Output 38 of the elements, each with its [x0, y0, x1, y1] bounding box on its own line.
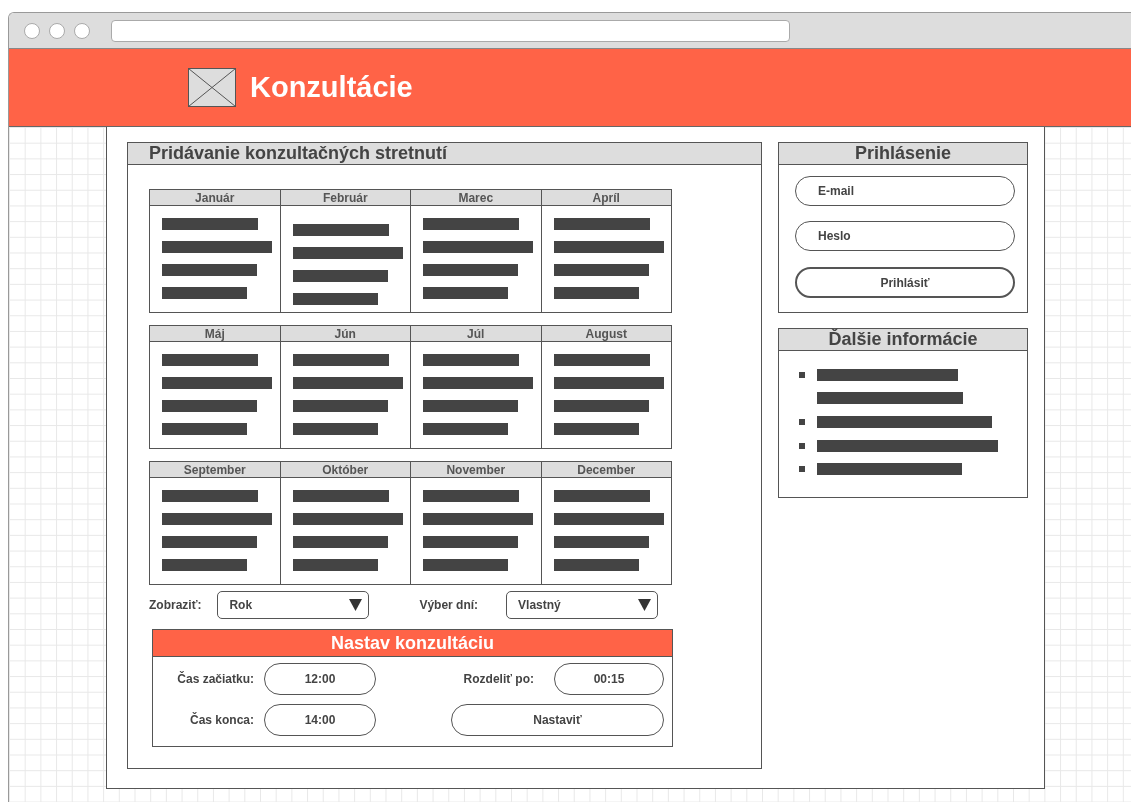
- login-button[interactable]: Prihlásiť: [795, 267, 1015, 298]
- field-label: Zobraziť:: [149, 598, 202, 612]
- month-label: Január: [150, 190, 280, 206]
- dropdown[interactable]: Vlastný: [506, 591, 659, 619]
- form-title: Nastav konzultáciu: [153, 630, 672, 657]
- time-field[interactable]: 14:00: [264, 704, 376, 736]
- email-field[interactable]: E-mail: [795, 176, 1015, 206]
- month-label: November: [411, 462, 541, 478]
- password-field[interactable]: Heslo: [795, 221, 1015, 251]
- month-label: September: [150, 462, 280, 478]
- panel-title: Ďalšie informácie: [779, 329, 1027, 351]
- panel-title: Pridávanie konzultačných stretnutí: [128, 143, 761, 165]
- address-bar[interactable]: [111, 19, 790, 42]
- field-label: Čas začiatku:: [176, 672, 254, 686]
- window-circle-button[interactable]: [49, 22, 65, 39]
- window-circle-button[interactable]: [74, 22, 90, 39]
- month-label: December: [541, 462, 671, 478]
- month-label: Október: [280, 462, 410, 478]
- page-title: Konzultácie: [250, 71, 413, 104]
- field-label: Čas konca:: [188, 713, 254, 727]
- month-label: Február: [280, 190, 410, 206]
- set-button[interactable]: Nastaviť: [451, 704, 664, 736]
- time-field[interactable]: 12:00: [264, 663, 376, 695]
- time-field[interactable]: 00:15: [554, 663, 664, 695]
- caret-icon: [638, 599, 652, 611]
- panel-title: Prihlásenie: [779, 143, 1027, 165]
- month-label: Júl: [411, 326, 541, 342]
- caret-icon: [349, 599, 363, 611]
- image-placeholder-icon: [188, 68, 236, 107]
- month-label: August: [541, 326, 671, 342]
- window-circle-button[interactable]: [24, 22, 40, 39]
- month-label: Jún: [280, 326, 410, 342]
- field-label: Výber dní:: [419, 598, 479, 612]
- month-label: Máj: [150, 326, 280, 342]
- month-label: Apríl: [541, 190, 671, 206]
- month-label: Marec: [411, 190, 541, 206]
- dropdown[interactable]: Rok: [217, 591, 370, 619]
- field-label: Rozdeliť po:: [463, 672, 534, 686]
